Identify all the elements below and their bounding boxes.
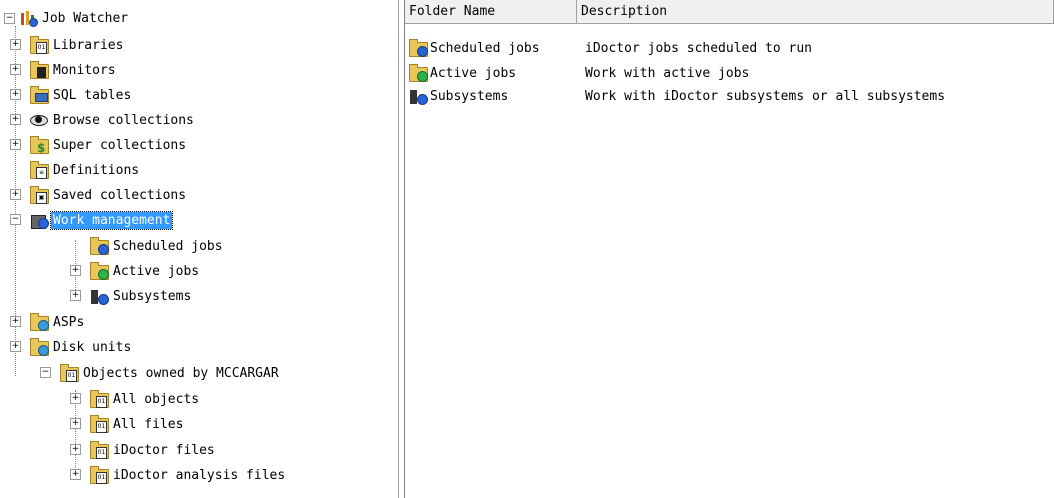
list-row-subsystems[interactable]: Subsystems Work with iDoctor subsystems … [405,84,945,108]
tree-item-active-jobs[interactable]: + Active jobs [70,259,201,283]
tree-label: Active jobs [113,263,200,279]
tree-label: Saved collections [53,187,187,203]
tree-label: Subsystems [113,288,192,304]
expand-icon[interactable]: + [70,444,81,455]
scheduled-jobs-icon [90,237,109,255]
tree-label: Scheduled jobs [113,238,223,254]
expand-icon[interactable]: + [70,290,81,301]
tree-label: Super collections [53,137,187,153]
column-header-folder-name[interactable]: Folder Name [405,0,577,24]
column-header-description[interactable]: Description [577,0,1054,24]
tree-item-saved-collections[interactable]: + ▣ Saved collections [10,183,188,207]
expand-icon[interactable]: + [70,393,81,404]
eye-icon [30,111,48,129]
sql-table-icon [30,86,49,104]
tree-item-super-collections[interactable]: + $ Super collections [10,133,188,157]
expand-icon[interactable]: + [10,189,21,200]
tree-item-work-management[interactable]: − Work management [10,208,174,232]
library-folder-icon: 01 [90,390,109,408]
tree-item-objects-owned[interactable]: − 01 Objects owned by MCCARGAR [40,361,281,385]
tree-root-job-watcher[interactable]: − Job Watcher [4,6,130,30]
tree-label: Libraries [53,37,124,53]
tree-item-asps[interactable]: + ASPs [10,310,86,334]
collapse-icon[interactable]: − [4,12,15,24]
tree-item-subsystems[interactable]: + Subsystems [70,284,193,308]
super-collection-icon: $ [30,136,49,155]
subsystems-icon [409,87,428,105]
disk-unit-icon [30,338,49,356]
monitor-folder-icon [30,61,49,79]
expand-icon[interactable]: + [10,114,21,125]
list-cell-name: Scheduled jobs [430,40,540,56]
work-management-icon [30,211,49,229]
subsystems-icon [90,287,109,305]
list-cell-name: Active jobs [430,65,517,81]
scheduled-jobs-icon [409,39,428,57]
library-folder-icon: 01 [90,466,109,484]
folder-list-view[interactable]: Folder Name Description Scheduled jobs i… [405,0,1054,498]
tree-label: SQL tables [53,87,132,103]
tree-item-scheduled-jobs[interactable]: Scheduled jobs [90,234,225,258]
expand-icon[interactable]: + [70,469,81,480]
column-header-label: Folder Name [409,4,496,19]
tree-label: Browse collections [53,112,194,128]
tree-item-idoctor-files[interactable]: + 01 iDoctor files [70,438,217,462]
list-cell-description: Work with active jobs [585,65,750,81]
tree-item-monitors[interactable]: + Monitors [10,58,118,82]
library-folder-icon: 01 [60,364,79,382]
tree-item-all-files[interactable]: + 01 All files [70,412,185,436]
expand-icon[interactable]: + [10,316,21,327]
tree-label: ASPs [53,314,85,330]
expand-icon[interactable]: + [70,265,81,276]
column-header-label: Description [581,4,668,19]
tree-item-disk-units[interactable]: + Disk units [10,335,133,359]
tree-label: iDoctor files [113,442,215,458]
definitions-icon: ≡ [30,161,49,179]
saved-collection-icon: ▣ [30,186,49,204]
tree-label: Definitions [53,162,140,178]
tree-item-idoctor-analysis-files[interactable]: + 01 iDoctor analysis files [70,463,287,487]
active-jobs-icon [90,262,109,280]
tree-item-libraries[interactable]: + 01 Libraries [10,33,125,57]
list-row-active-jobs[interactable]: Active jobs Work with active jobs [405,61,749,85]
active-jobs-icon [409,64,428,82]
expand-icon[interactable]: + [70,418,81,429]
expand-icon[interactable]: + [10,89,21,100]
expand-icon[interactable]: + [10,341,21,352]
list-row-scheduled-jobs[interactable]: Scheduled jobs iDoctor jobs scheduled to… [405,36,812,60]
tree-item-sql-tables[interactable]: + SQL tables [10,83,133,107]
tree-label: iDoctor analysis files [113,467,286,483]
library-folder-icon: 01 [30,36,49,54]
tree-label: Job Watcher [42,10,129,26]
tree-label: All files [113,416,184,432]
list-cell-description: iDoctor jobs scheduled to run [585,40,812,56]
tree-item-all-objects[interactable]: + 01 All objects [70,387,201,411]
collapse-icon[interactable]: − [40,367,51,378]
expand-icon[interactable]: + [10,39,21,50]
library-folder-icon: 01 [90,441,109,459]
list-cell-name: Subsystems [430,88,509,104]
asp-icon [30,313,49,331]
tree-label: Monitors [53,62,116,78]
job-watcher-icon [19,9,38,27]
tree-label: Objects owned by MCCARGAR [83,365,279,381]
library-folder-icon: 01 [90,415,109,433]
navigation-tree[interactable]: − Job Watcher + 01 Libraries + Monitors … [0,0,399,498]
tree-label-selected: Work management [49,210,174,230]
expand-icon[interactable]: + [10,139,21,150]
list-cell-description: Work with iDoctor subsystems or all subs… [585,88,946,104]
tree-label: All objects [113,391,200,407]
tree-item-browse-collections[interactable]: + Browse collections [10,108,196,132]
expand-icon[interactable]: + [10,64,21,75]
tree-label: Disk units [53,339,132,355]
collapse-icon[interactable]: − [10,214,21,225]
tree-item-definitions[interactable]: ≡ Definitions [30,158,141,182]
